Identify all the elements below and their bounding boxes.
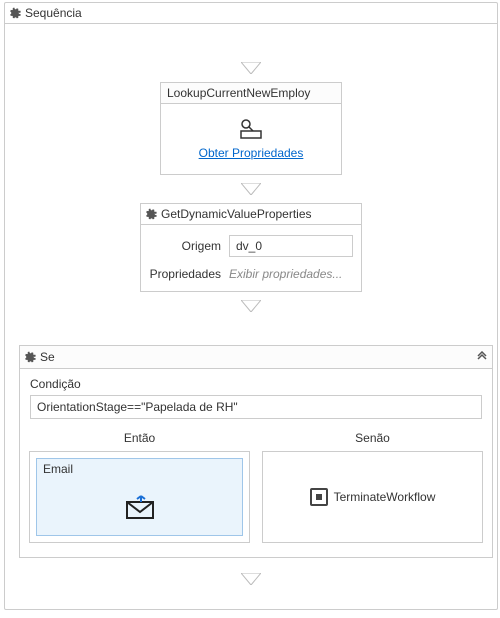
- sequence-header: Sequência: [5, 3, 497, 24]
- sequence-body: LookupCurrentNewEmploy Obter Propriedade…: [5, 24, 497, 320]
- send-mail-icon: [123, 494, 157, 520]
- lookup-title: LookupCurrentNewEmploy: [161, 83, 341, 104]
- if-icon: [24, 351, 36, 363]
- getdynamic-header: GetDynamicValueProperties: [141, 204, 361, 225]
- get-properties-link[interactable]: Obter Propriedades: [199, 146, 304, 160]
- if-body: Condição OrientationStage=="Papelada de …: [20, 369, 492, 557]
- condition-label: Condição: [30, 377, 482, 391]
- then-branch: Então Email: [30, 431, 249, 543]
- condition-input[interactable]: OrientationStage=="Papelada de RH": [30, 395, 482, 419]
- terminate-label: TerminateWorkflow: [334, 490, 436, 504]
- if-activity[interactable]: Se Condição OrientationStage=="Papelada …: [19, 345, 493, 558]
- if-title: Se: [40, 350, 55, 364]
- origin-input[interactable]: dv_0: [229, 235, 353, 257]
- lookup-body: Obter Propriedades: [161, 104, 341, 174]
- lookup-activity[interactable]: LookupCurrentNewEmploy Obter Propriedade…: [160, 82, 342, 175]
- getdynamic-title: GetDynamicValueProperties: [161, 207, 312, 221]
- origin-label: Origem: [149, 239, 221, 253]
- sequence-title: Sequência: [25, 6, 82, 20]
- getdynamic-body: Origem dv_0 Propriedades Exibir propried…: [141, 225, 361, 291]
- search-person-icon: [237, 118, 265, 140]
- else-label: Senão: [355, 431, 390, 445]
- drop-target[interactable]: [241, 183, 261, 195]
- getdynamic-activity[interactable]: GetDynamicValueProperties Origem dv_0 Pr…: [140, 203, 362, 292]
- drop-target[interactable]: [5, 573, 497, 585]
- else-frame[interactable]: TerminateWorkflow: [262, 451, 483, 543]
- then-label: Então: [124, 431, 155, 445]
- terminate-activity[interactable]: TerminateWorkflow: [310, 488, 436, 506]
- else-branch: Senão TerminateWorkflow: [263, 431, 482, 543]
- drop-target[interactable]: [241, 300, 261, 312]
- workflow-canvas: Sequência LookupCurrentNewEmploy Obter P…: [0, 0, 500, 618]
- collapse-icon[interactable]: [476, 351, 488, 363]
- sequence-icon: [9, 7, 21, 19]
- email-activity[interactable]: Email: [36, 458, 243, 536]
- drop-target[interactable]: [241, 62, 261, 74]
- then-frame[interactable]: Email: [29, 451, 250, 543]
- if-header: Se: [20, 346, 492, 369]
- email-title: Email: [37, 459, 242, 479]
- properties-placeholder[interactable]: Exibir propriedades...: [229, 267, 353, 281]
- activity-icon: [145, 208, 157, 220]
- stop-icon: [310, 488, 328, 506]
- properties-label: Propriedades: [149, 267, 221, 281]
- sequence-container[interactable]: Sequência LookupCurrentNewEmploy Obter P…: [4, 2, 498, 610]
